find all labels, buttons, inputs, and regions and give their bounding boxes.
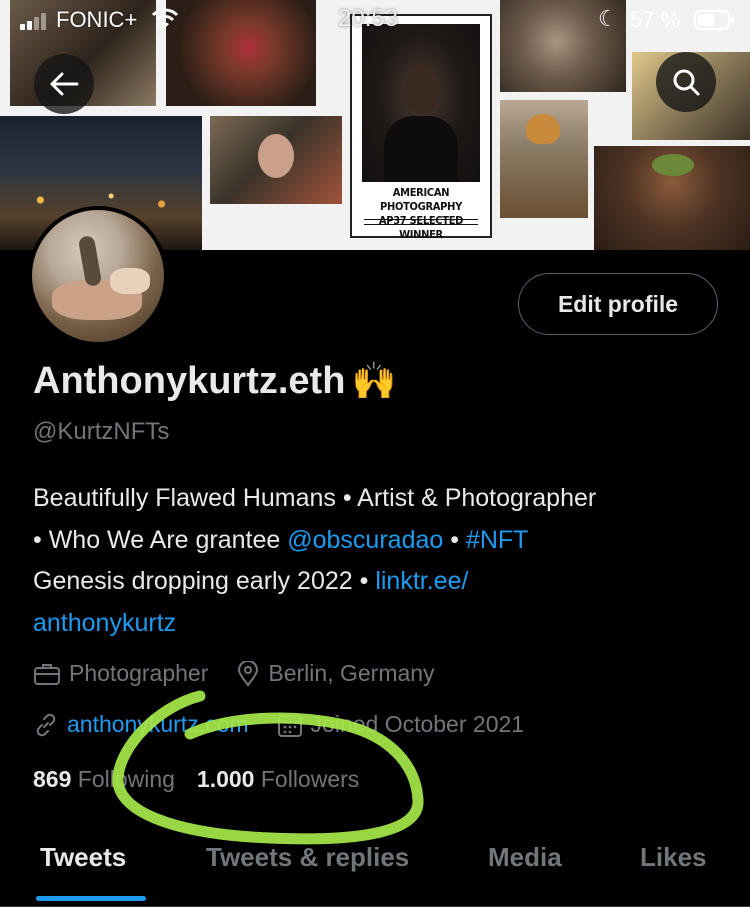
following-label: Following	[77, 766, 175, 792]
followers-label: Followers	[260, 766, 360, 792]
tab-tweets[interactable]: Tweets	[40, 842, 126, 873]
joined-date: Joined October 2021	[310, 711, 525, 737]
briefcase-icon	[34, 663, 60, 685]
display-name: Anthonykurtz.eth 🙌	[33, 360, 396, 403]
moon-icon: ☾	[598, 6, 618, 31]
banner-photo-helmet-man	[500, 100, 588, 218]
carrier-name: FONIC+	[56, 7, 138, 32]
location-text: Berlin, Germany	[268, 660, 435, 686]
location-item: Berlin, Germany	[236, 660, 435, 687]
linktree-link-continued[interactable]: anthonykurtz	[33, 609, 176, 637]
status-bar: FONIC+ 20:53 ☾ 57 %	[0, 0, 750, 44]
back-button[interactable]	[34, 54, 94, 114]
tab-media[interactable]: Media	[488, 842, 562, 873]
calendar-icon	[277, 714, 302, 737]
profession-text: Photographer	[69, 660, 209, 686]
battery-icon	[694, 10, 734, 30]
followers-count: 1.000	[196, 766, 255, 792]
award-caption-line1: AMERICAN PHOTOGRAPHY	[380, 186, 462, 213]
profession-item: Photographer	[33, 660, 208, 687]
active-tab-indicator	[36, 896, 146, 901]
hashtag-link[interactable]: #NFT	[466, 526, 529, 554]
edit-profile-button[interactable]: Edit profile	[518, 273, 718, 335]
banner-photo-woman-bowl	[594, 146, 750, 250]
signal-icon	[20, 12, 52, 30]
profile-meta-row: anthonykurtz.com Joined October 2021	[33, 711, 552, 738]
website-link[interactable]: anthonykurtz.com	[67, 711, 249, 738]
avatar[interactable]	[28, 206, 168, 346]
bio-separator: •	[443, 525, 466, 554]
following-count: 869	[33, 766, 72, 792]
profile-tabs: Tweets Tweets & replies Media Likes	[0, 830, 750, 907]
user-handle: @KurtzNFTs	[33, 418, 170, 445]
location-pin-icon	[238, 660, 259, 687]
website-item[interactable]: anthonykurtz.com	[33, 711, 249, 738]
banner-photo-shopkeeper	[210, 116, 342, 204]
link-icon	[36, 713, 56, 736]
bio-text: • Who We Are grantee	[33, 525, 288, 554]
linktree-link[interactable]: linktr.ee/	[375, 567, 468, 595]
profile-bio: Beautifully Flawed Humans • Artist & Pho…	[33, 478, 723, 644]
profile-meta-row: Photographer Berlin, Germany	[33, 660, 463, 687]
search-button[interactable]	[656, 52, 716, 112]
back-arrow-icon	[50, 72, 79, 96]
tab-likes[interactable]: Likes	[640, 842, 707, 873]
status-time: 20:53	[338, 5, 399, 32]
raising-hands-emoji: 🙌	[351, 360, 397, 401]
joined-item: Joined October 2021	[277, 711, 525, 738]
mention-link[interactable]: @obscuradao	[287, 526, 443, 554]
follow-stats: 869 Following 1.000 Followers	[33, 766, 381, 793]
wifi-icon	[151, 8, 179, 36]
banner-award-portrait: AMERICAN PHOTOGRAPHY AP37 SELECTED WINNE…	[350, 14, 492, 241]
search-icon	[673, 69, 700, 96]
tab-tweets-and-replies[interactable]: Tweets & replies	[206, 842, 409, 873]
following-stat[interactable]: 869 Following	[33, 766, 175, 793]
bio-line: Beautifully Flawed Humans • Artist & Pho…	[33, 484, 597, 512]
bio-text: Genesis dropping early 2022 •	[33, 567, 376, 595]
display-name-text: Anthonykurtz.eth	[33, 360, 346, 402]
battery-percent: 57 %	[630, 7, 681, 32]
followers-stat[interactable]: 1.000 Followers	[197, 766, 359, 793]
